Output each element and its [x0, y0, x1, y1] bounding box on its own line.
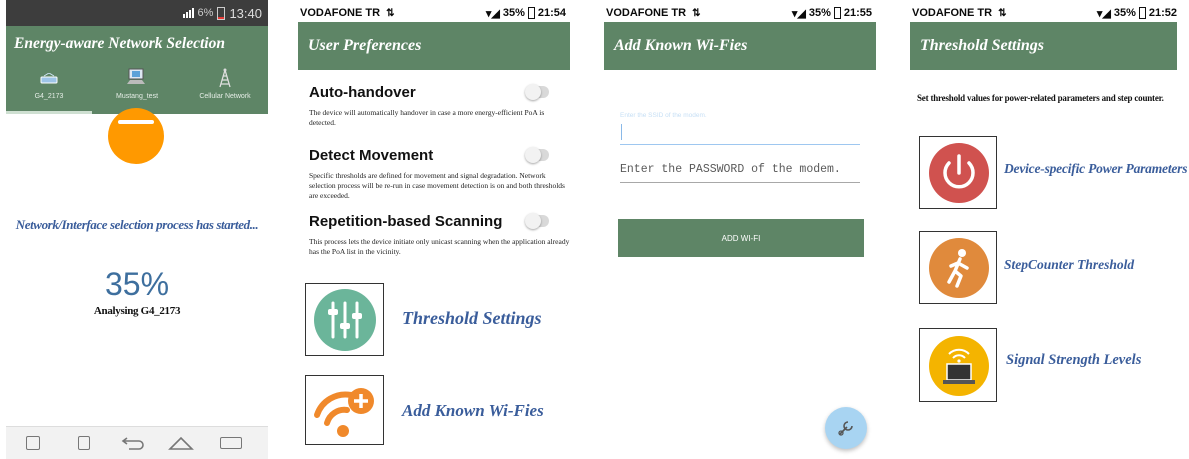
screen-user-preferences: VODAFONE TR ⇅ ▾◢ 35% 21:54 User Preferen…	[298, 0, 570, 459]
battery-percent: 6%	[197, 7, 214, 19]
power-parameters-label: Device-specific Power Parameters	[1004, 161, 1188, 176]
screen-threshold-settings: VODAFONE TR ⇅ ▾◢ 35% 21:52 Threshold Set…	[910, 0, 1189, 459]
wifi-router-icon	[40, 72, 58, 84]
battery-icon	[1138, 7, 1146, 19]
app-bar: Threshold Settings	[910, 22, 1177, 70]
stepcounter-threshold-label: StepCounter Threshold	[1004, 257, 1135, 272]
page-title: Threshold Settings	[920, 37, 1045, 54]
usb-icon: ⇅	[998, 7, 1007, 19]
carrier-name: VODAFONE TR	[300, 7, 381, 19]
page-title: Add Known Wi-Fies	[614, 37, 748, 54]
add-wifi-button-label: ADD WI-FI	[721, 233, 761, 243]
ssid-field[interactable]: Enter the SSID of the modem.	[620, 104, 860, 145]
auto-handover-toggle[interactable]	[525, 84, 549, 100]
battery-icon	[833, 7, 841, 19]
signal-icon-box	[919, 328, 997, 402]
text-cursor	[621, 124, 622, 140]
floating-action-button[interactable]	[825, 407, 867, 449]
threshold-settings-label: Threshold Settings	[402, 308, 542, 328]
battery-percent: 35%	[1113, 7, 1136, 19]
analysing-text: Analysing G4_2173	[93, 305, 181, 317]
app-bar: User Preferences	[298, 22, 570, 70]
signal-strength-label: Signal Strength Levels	[1006, 352, 1142, 368]
back-icon[interactable]	[121, 435, 145, 456]
tab-label: Cellular Network	[199, 93, 251, 100]
clock: 21:52	[1148, 7, 1177, 19]
nav-bar	[6, 426, 268, 459]
clock: 13:40	[229, 5, 262, 21]
selection-message: Network/Interface selection process has …	[15, 217, 259, 232]
app-bar: Add Known Wi-Fies	[604, 22, 876, 70]
pref-title: Auto-handover	[309, 84, 416, 101]
signal-icon: ▾◢	[1096, 7, 1111, 20]
screen-energy-aware: 6% 13:40 Energy-aware Network Selection …	[6, 0, 268, 459]
intro-text: Set threshold values for power-related p…	[917, 93, 1164, 103]
signal-icon	[182, 8, 194, 18]
page-title: User Preferences	[308, 37, 422, 54]
tab-cellular[interactable]: Cellular Network	[182, 66, 268, 114]
pref-desc: Specific thresholds are defined for move…	[309, 171, 565, 200]
screen-add-known-wifi: VODAFONE TR ⇅ ▾◢ 35% 21:55 Add Known Wi-…	[604, 0, 876, 459]
ssid-placeholder: Enter the SSID of the modem.	[620, 112, 707, 119]
tab-g4-2173[interactable]: G4_2173	[6, 66, 92, 114]
tab-mustang-test[interactable]: Mustang_test	[94, 66, 180, 114]
menu-grid-icon[interactable]	[26, 436, 40, 450]
battery-percent: 35%	[502, 7, 525, 19]
tab-label: G4_2173	[34, 93, 64, 100]
wifi-add-icon	[311, 379, 381, 448]
signal-laptop-icon	[927, 334, 991, 403]
tab-indicator	[6, 111, 92, 114]
password-placeholder: Enter the PASSWORD of the modem.	[620, 163, 841, 176]
recent-apps-icon[interactable]	[220, 437, 242, 449]
download-icon[interactable]	[78, 436, 90, 450]
tab-label: Mustang_test	[115, 93, 159, 100]
signal-icon: ▾◢	[485, 7, 500, 20]
walking-person-icon	[927, 236, 991, 305]
app-header: Energy-aware Network Selection G4_2173 M…	[6, 26, 268, 114]
status-bar: 6% 13:40	[6, 0, 268, 26]
walking-icon-box	[919, 231, 997, 304]
computer-icon	[127, 68, 147, 86]
sliders-icon	[312, 287, 378, 358]
detect-movement-toggle[interactable]	[525, 147, 549, 163]
battery-icon	[217, 6, 226, 20]
repetition-scanning-toggle[interactable]	[525, 213, 549, 229]
pref-desc: This process lets the device initiate on…	[309, 237, 570, 256]
wrench-icon	[837, 419, 855, 442]
sliders-icon-box	[305, 283, 384, 356]
battery-icon	[527, 7, 535, 19]
clock: 21:54	[537, 7, 566, 19]
status-indicator-orange	[108, 108, 164, 164]
power-icon	[927, 141, 991, 210]
signal-icon: ▾◢	[791, 7, 806, 20]
clock: 21:55	[843, 7, 872, 19]
usb-icon: ⇅	[692, 7, 701, 19]
add-wifi-label: Add Known Wi-Fies	[402, 401, 544, 420]
carrier-name: VODAFONE TR	[912, 7, 993, 19]
pref-title: Detect Movement	[309, 147, 434, 164]
add-wifi-button[interactable]: ADD WI-FI	[618, 219, 864, 257]
password-field[interactable]: Enter the PASSWORD of the modem.	[620, 160, 860, 183]
carrier-name: VODAFONE TR	[606, 7, 687, 19]
usb-icon: ⇅	[386, 7, 395, 19]
wifi-add-icon-box	[305, 375, 384, 445]
home-icon[interactable]	[168, 435, 194, 456]
pref-title: Repetition-based Scanning	[309, 213, 503, 230]
battery-percent: 35%	[808, 7, 831, 19]
pref-desc: The device will automatically handover i…	[309, 108, 545, 127]
power-icon-box	[919, 136, 997, 209]
app-title: Energy-aware Network Selection	[14, 35, 225, 52]
cell-tower-icon	[218, 68, 232, 88]
progress-percent: 35%	[104, 266, 170, 302]
